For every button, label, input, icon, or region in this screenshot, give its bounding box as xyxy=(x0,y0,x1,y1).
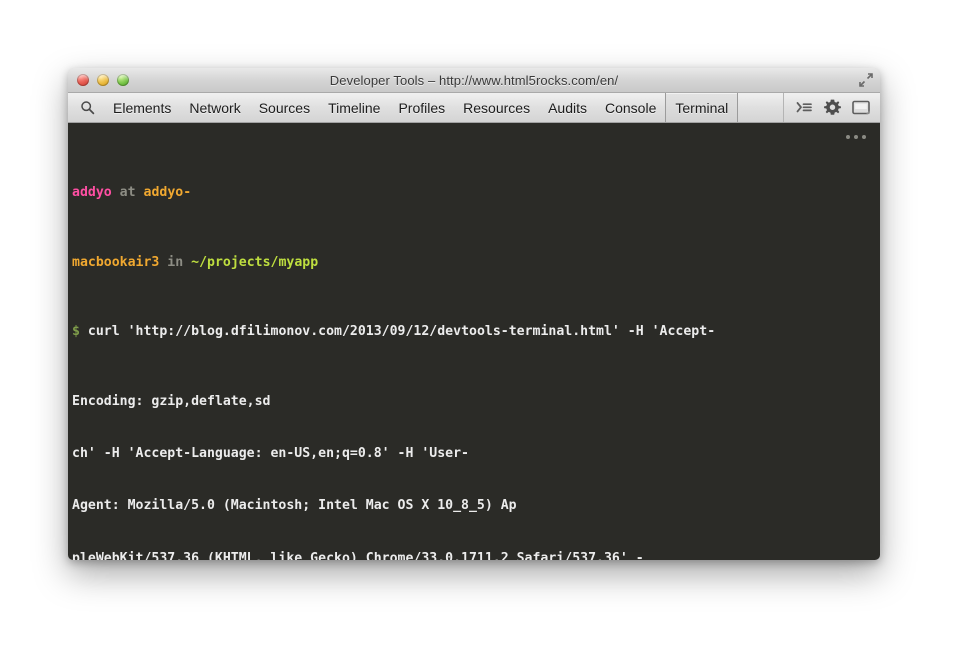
tab-label: Terminal xyxy=(675,100,728,116)
terminal-command-line-2: Encoding: gzip,deflate,sd xyxy=(72,393,880,410)
tab-audits[interactable]: Audits xyxy=(539,93,596,122)
window-controls xyxy=(77,74,129,86)
tab-label: Resources xyxy=(463,100,530,116)
terminal-line-text: curl 'http://blog.dfilimonov.com/2013/09… xyxy=(88,324,715,339)
settings-button[interactable] xyxy=(824,99,841,116)
devtools-window: Developer Tools – http://www.html5rocks.… xyxy=(68,68,880,560)
dot-icon xyxy=(846,135,850,139)
terminal-line-text: ch' -H 'Accept-Language: en-US,en;q=0.8'… xyxy=(72,446,469,461)
console-drawer-icon xyxy=(796,100,813,115)
console-drawer-button[interactable] xyxy=(796,100,813,115)
minimize-button[interactable] xyxy=(97,74,109,86)
window-title: Developer Tools – http://www.html5rocks.… xyxy=(68,73,880,88)
tab-elements[interactable]: Elements xyxy=(104,93,180,122)
tab-label: Sources xyxy=(259,100,310,116)
terminal-line-text: pleWebKit/537.36 (KHTML, like Gecko) Chr… xyxy=(72,551,644,560)
tab-terminal[interactable]: Terminal xyxy=(665,93,738,122)
terminal-panel[interactable]: addyo at addyo- macbookair3 in ~/project… xyxy=(68,123,880,560)
zoom-button[interactable] xyxy=(117,74,129,86)
terminal-command-line-4: Agent: Mozilla/5.0 (Macintosh; Intel Mac… xyxy=(72,497,880,514)
tab-console[interactable]: Console xyxy=(596,93,665,122)
search-button[interactable] xyxy=(76,93,104,122)
prompt-in: in xyxy=(167,255,183,270)
terminal-line-text: Agent: Mozilla/5.0 (Macintosh; Intel Mac… xyxy=(72,498,517,513)
tab-profiles[interactable]: Profiles xyxy=(389,93,454,122)
prompt-user: addyo xyxy=(72,185,112,200)
prompt-host: addyo- xyxy=(144,185,192,200)
window-titlebar[interactable]: Developer Tools – http://www.html5rocks.… xyxy=(68,68,880,93)
tab-label: Elements xyxy=(113,100,171,116)
tab-label: Timeline xyxy=(328,100,380,116)
terminal-command-line-5: pleWebKit/537.36 (KHTML, like Gecko) Chr… xyxy=(72,550,880,560)
tab-timeline[interactable]: Timeline xyxy=(319,93,389,122)
dock-panel-button[interactable] xyxy=(852,100,870,115)
tab-resources[interactable]: Resources xyxy=(454,93,539,122)
dot-icon xyxy=(862,135,866,139)
prompt-host-cont: macbookair3 xyxy=(72,255,159,270)
prompt-at: at xyxy=(120,185,136,200)
gear-icon xyxy=(824,99,841,116)
devtools-tab-list: Elements Network Sources Timeline Profil… xyxy=(104,93,781,122)
prompt-sigil: $ xyxy=(72,324,80,339)
terminal-prompt-line-1: addyo at addyo- xyxy=(72,184,880,201)
screenshot-root: Developer Tools – http://www.html5rocks.… xyxy=(0,0,957,647)
tab-label: Profiles xyxy=(398,100,445,116)
search-icon xyxy=(80,100,95,115)
terminal-command-line-1: $ curl 'http://blog.dfilimonov.com/2013/… xyxy=(72,323,880,340)
terminal-command-line-3: ch' -H 'Accept-Language: en-US,en;q=0.8'… xyxy=(72,445,880,462)
toolbar-actions xyxy=(783,93,880,122)
terminal-output: addyo at addyo- macbookair3 in ~/project… xyxy=(68,123,880,560)
dock-panel-icon xyxy=(852,100,870,115)
tab-network[interactable]: Network xyxy=(180,93,249,122)
terminal-more-options-button[interactable] xyxy=(842,131,870,143)
tab-label: Audits xyxy=(548,100,587,116)
terminal-line-text: Encoding: gzip,deflate,sd xyxy=(72,394,271,409)
dot-icon xyxy=(854,135,858,139)
devtools-toolbar: Elements Network Sources Timeline Profil… xyxy=(68,93,880,123)
fullscreen-icon[interactable] xyxy=(857,71,875,89)
tab-sources[interactable]: Sources xyxy=(250,93,319,122)
terminal-prompt-line-2: macbookair3 in ~/projects/myapp xyxy=(72,254,880,271)
tab-label: Console xyxy=(605,100,656,116)
prompt-path: ~/projects/myapp xyxy=(191,255,318,270)
tab-label: Network xyxy=(189,100,240,116)
close-button[interactable] xyxy=(77,74,89,86)
